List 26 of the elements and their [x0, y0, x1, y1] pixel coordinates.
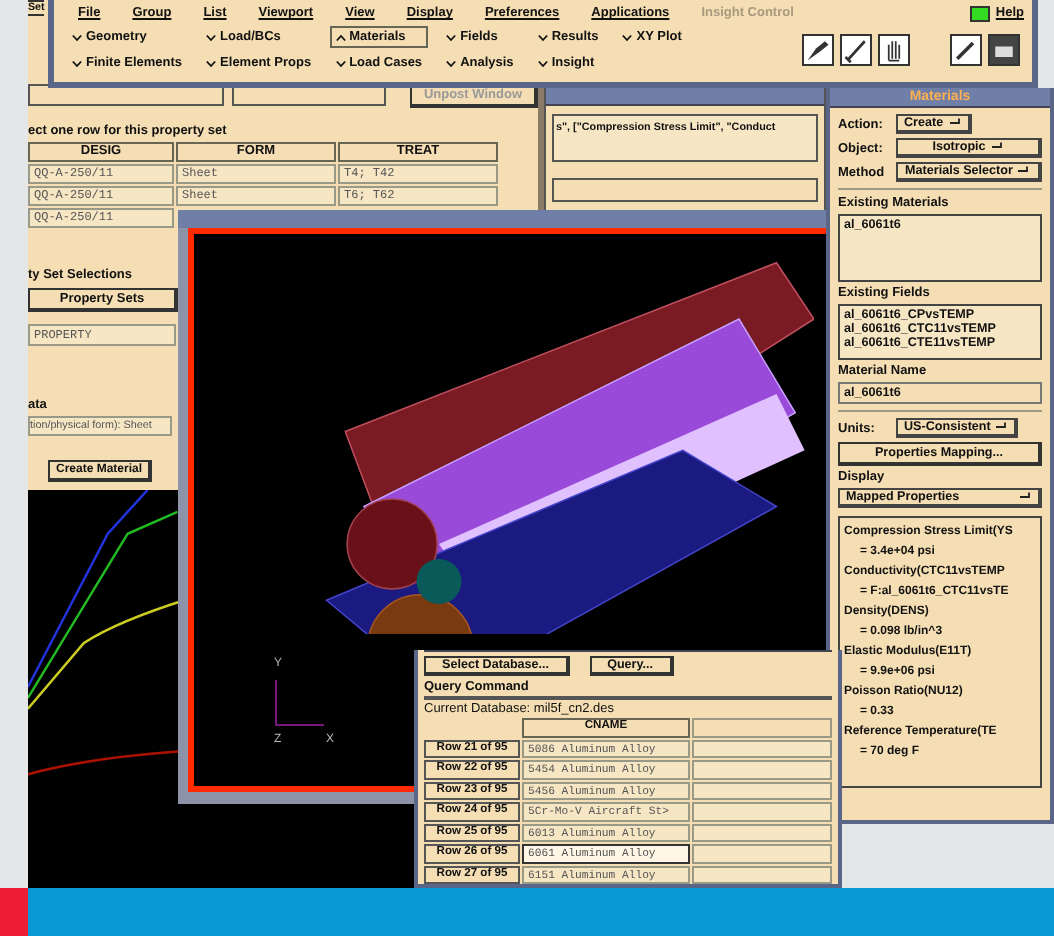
chevron-icon	[72, 59, 82, 67]
table-cell[interactable]	[692, 802, 832, 821]
chevron-icon	[72, 33, 82, 41]
table-cell[interactable]	[692, 865, 832, 884]
input-field[interactable]	[552, 178, 818, 202]
chevron-icon	[537, 59, 548, 67]
table-cell[interactable]	[692, 739, 832, 758]
chevron-icon	[537, 33, 548, 41]
brush-icon[interactable]	[802, 34, 834, 66]
camera-icon[interactable]	[988, 34, 1020, 66]
chevron-icon	[206, 33, 217, 41]
status-light-icon	[969, 5, 990, 21]
table-cell[interactable]	[692, 823, 832, 842]
accent-block	[0, 888, 28, 936]
chevron-icon	[335, 59, 346, 67]
chevron-icon	[335, 33, 346, 41]
pen-icon[interactable]	[950, 34, 982, 66]
chevron-icon	[446, 33, 457, 41]
column-header	[692, 718, 832, 737]
table-cell[interactable]	[692, 781, 832, 800]
chevron-icon	[446, 59, 457, 67]
table-cell[interactable]	[692, 844, 832, 863]
chevron-icon	[622, 33, 633, 41]
table-cell[interactable]	[692, 760, 832, 779]
chevron-icon	[206, 59, 217, 67]
hand-icon[interactable]	[878, 34, 910, 66]
